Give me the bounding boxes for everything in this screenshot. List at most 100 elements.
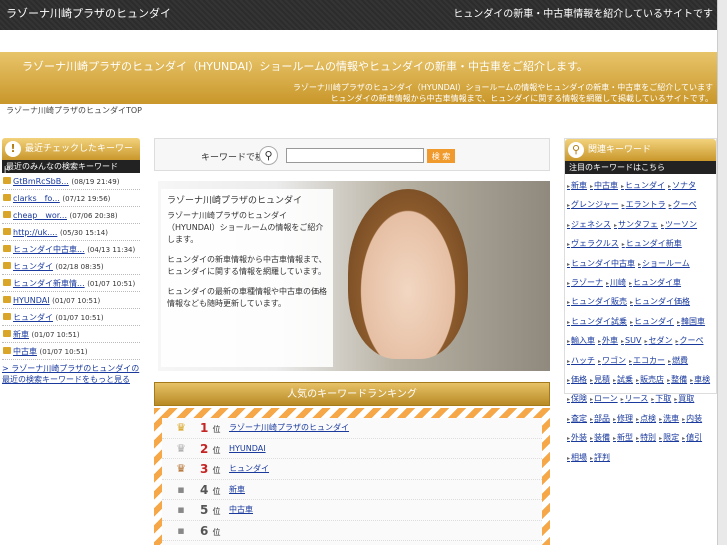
site-title[interactable]: ラゾーナ川崎プラザのヒュンダイ <box>6 5 171 21</box>
folder-icon <box>3 347 11 354</box>
tag-link[interactable]: 外車 <box>598 332 618 351</box>
recent-keyword-date: (05/30 15:14) <box>59 229 108 237</box>
banner-desc-line2: ヒュンダイの新車情報から中古車情報まで、ヒュンダイに関する情報を網羅して掲載して… <box>330 94 713 103</box>
recent-keyword-link[interactable]: clarks fo... <box>13 194 60 203</box>
banner-title: ラゾーナ川崎プラザのヒュンダイ（HYUNDAI）ショールームの情報やヒュンダイの… <box>22 60 588 73</box>
tag-link[interactable]: 評判 <box>590 449 610 468</box>
tag-link[interactable]: グレンジャー <box>567 196 619 215</box>
more-keywords-link[interactable]: > ラゾーナ川崎プラザのヒュンダイの最近の検索キーワードをもっと見る <box>2 364 139 384</box>
tag-link[interactable]: 韓国車 <box>677 313 705 332</box>
recent-keyword-date: (01/07 10:51) <box>55 314 104 322</box>
recent-keyword-link[interactable]: cheap wor... <box>13 211 67 220</box>
tag-link[interactable]: ツーソン <box>661 216 697 235</box>
tag-link[interactable]: ヴェラクルス <box>567 235 619 254</box>
recent-keyword-link[interactable]: ヒュンダイ新車情... <box>13 279 85 288</box>
tag-link[interactable]: 輸入車 <box>567 332 595 351</box>
tag-link[interactable]: ヒュンダイ試乗 <box>567 313 627 332</box>
tag-link[interactable]: ヒュンダイ価格 <box>630 293 690 312</box>
tag-link[interactable]: ヒュンダイ車 <box>629 274 681 293</box>
tag-link[interactable]: ハッチ <box>567 352 595 371</box>
tag-link[interactable]: ソナタ <box>668 177 696 196</box>
tag-link[interactable]: ヒュンダイ <box>630 313 674 332</box>
tag-link[interactable]: 装備 <box>590 429 610 448</box>
rank-keyword-link[interactable]: ヒュンダイ <box>229 459 269 479</box>
related-keywords-subtitle: 注目のキーワードはこちら <box>565 161 716 174</box>
tag-link[interactable]: 点検 <box>636 410 656 429</box>
tag-link[interactable]: リース <box>621 390 649 409</box>
recent-keyword-link[interactable]: ヒュンダイ <box>13 262 53 271</box>
tag-link[interactable]: 新型 <box>613 429 633 448</box>
tag-link[interactable]: 見積 <box>590 371 610 390</box>
recent-keyword-link[interactable]: ヒュンダイ中古車... <box>13 245 85 254</box>
rank-number: 1 位 <box>200 421 221 435</box>
tag-link[interactable]: ヒュンダイ販売 <box>567 293 627 312</box>
recent-keyword-date: (01/07 10:51) <box>52 297 101 305</box>
tag-link[interactable]: 価格 <box>567 371 587 390</box>
tag-link[interactable]: ヒュンダイ中古車 <box>567 255 635 274</box>
ranking-row: ▪ 5 位中古車 <box>162 500 542 521</box>
tag-link[interactable]: 内装 <box>682 410 702 429</box>
tag-link[interactable]: 部品 <box>590 410 610 429</box>
rank-keyword-link[interactable]: ラゾーナ川崎プラザのヒュンダイ <box>229 418 349 438</box>
ranking-box: ♛ 1 位ラゾーナ川崎プラザのヒュンダイ ♛ 2 位 HYUNDAI ♛ 3 位ヒュンダイ ▪… <box>154 408 550 545</box>
hero-text: ラゾーナ川崎プラザのヒュンダイ ラゾーナ川崎プラザのヒュンダイ（HYUNDAI）… <box>161 189 333 367</box>
recent-keyword-date: (01/07 10:51) <box>39 348 88 356</box>
tag-link[interactable]: ローン <box>590 390 618 409</box>
ranking-row: ♛ 2 位 HYUNDAI <box>162 439 542 459</box>
recent-keyword-link[interactable]: 新車 <box>13 330 29 339</box>
tag-link[interactable]: 車検 <box>690 371 710 390</box>
recent-keyword-date: (04/13 11:34) <box>87 246 136 254</box>
rank-number: 6 位 <box>200 523 221 538</box>
tag-link[interactable]: エコカー <box>629 352 665 371</box>
tag-link[interactable]: 買取 <box>674 390 694 409</box>
rank-keyword-link[interactable]: 中古車 <box>229 500 253 520</box>
tag-link[interactable]: ショールーム <box>638 255 690 274</box>
recent-keyword-link[interactable]: ヒュンダイ <box>13 313 53 322</box>
recent-keyword-date: (07/06 20:38) <box>69 212 118 220</box>
ranking-row: ♛ 3 位ヒュンダイ <box>162 459 542 480</box>
tag-link[interactable]: 査定 <box>567 410 587 429</box>
tag-link[interactable]: 値引 <box>682 429 702 448</box>
tag-link[interactable]: 燃費 <box>668 352 688 371</box>
tag-link[interactable]: 限定 <box>659 429 679 448</box>
recent-keyword-link[interactable]: GtBmRcSbB... <box>13 177 69 186</box>
rank-keyword-link[interactable]: 新車 <box>229 480 245 500</box>
tag-link[interactable]: 外装 <box>567 429 587 448</box>
recent-keyword-link[interactable]: http://uk.... <box>13 228 57 237</box>
recent-keyword-link[interactable]: 中古車 <box>13 347 37 356</box>
tag-link[interactable]: 特別 <box>636 429 656 448</box>
tag-link[interactable]: セダン <box>644 332 672 351</box>
page-scrollbar[interactable] <box>717 0 727 545</box>
recent-keyword-link[interactable]: HYUNDAI <box>13 296 50 305</box>
tag-link[interactable]: サンタフェ <box>614 216 658 235</box>
tag-link[interactable]: ヒュンダイ <box>621 177 665 196</box>
tag-link[interactable]: ワゴン <box>598 352 626 371</box>
tag-link[interactable]: SUV <box>621 332 641 351</box>
tag-link[interactable]: ヒュンダイ新車 <box>622 235 682 254</box>
tag-link[interactable]: エラントラ <box>622 196 666 215</box>
search-button[interactable]: 検 索 <box>427 149 455 163</box>
tag-cloud: 新車中古車ヒュンダイソナタグレンジャーエラントラクーペジェネシスサンタフェツーソ… <box>565 174 716 471</box>
tag-link[interactable]: クーペ <box>675 332 703 351</box>
tag-link[interactable]: クーペ <box>669 196 697 215</box>
tag-link[interactable]: ラゾーナ <box>567 274 603 293</box>
tag-link[interactable]: 新車 <box>567 177 587 196</box>
folder-icon <box>3 296 11 303</box>
folder-icon <box>3 211 11 218</box>
tag-link[interactable]: ジェネシス <box>567 216 611 235</box>
tag-link[interactable]: 保険 <box>567 390 587 409</box>
breadcrumb[interactable]: ラゾーナ川崎プラザのヒュンダイTOP <box>6 105 142 116</box>
tag-link[interactable]: 整備 <box>667 371 687 390</box>
tag-link[interactable]: 下取 <box>651 390 671 409</box>
tag-link[interactable]: 洗車 <box>659 410 679 429</box>
tag-link[interactable]: 販売店 <box>636 371 664 390</box>
tag-link[interactable]: 修理 <box>613 410 633 429</box>
ranking-title: 人気のキーワードランキング <box>154 382 550 406</box>
hero-paragraph-3: ヒュンダイの最新の車種情報や中古車の価格情報なども随時更新しています。 <box>167 287 327 308</box>
search-input[interactable] <box>286 148 424 163</box>
tag-link[interactable]: 中古車 <box>590 177 618 196</box>
tag-link[interactable]: 試乗 <box>613 371 633 390</box>
tag-link[interactable]: 相場 <box>567 449 587 468</box>
tag-link[interactable]: 川崎 <box>606 274 626 293</box>
rank-keyword-link[interactable]: HYUNDAI <box>229 439 266 459</box>
